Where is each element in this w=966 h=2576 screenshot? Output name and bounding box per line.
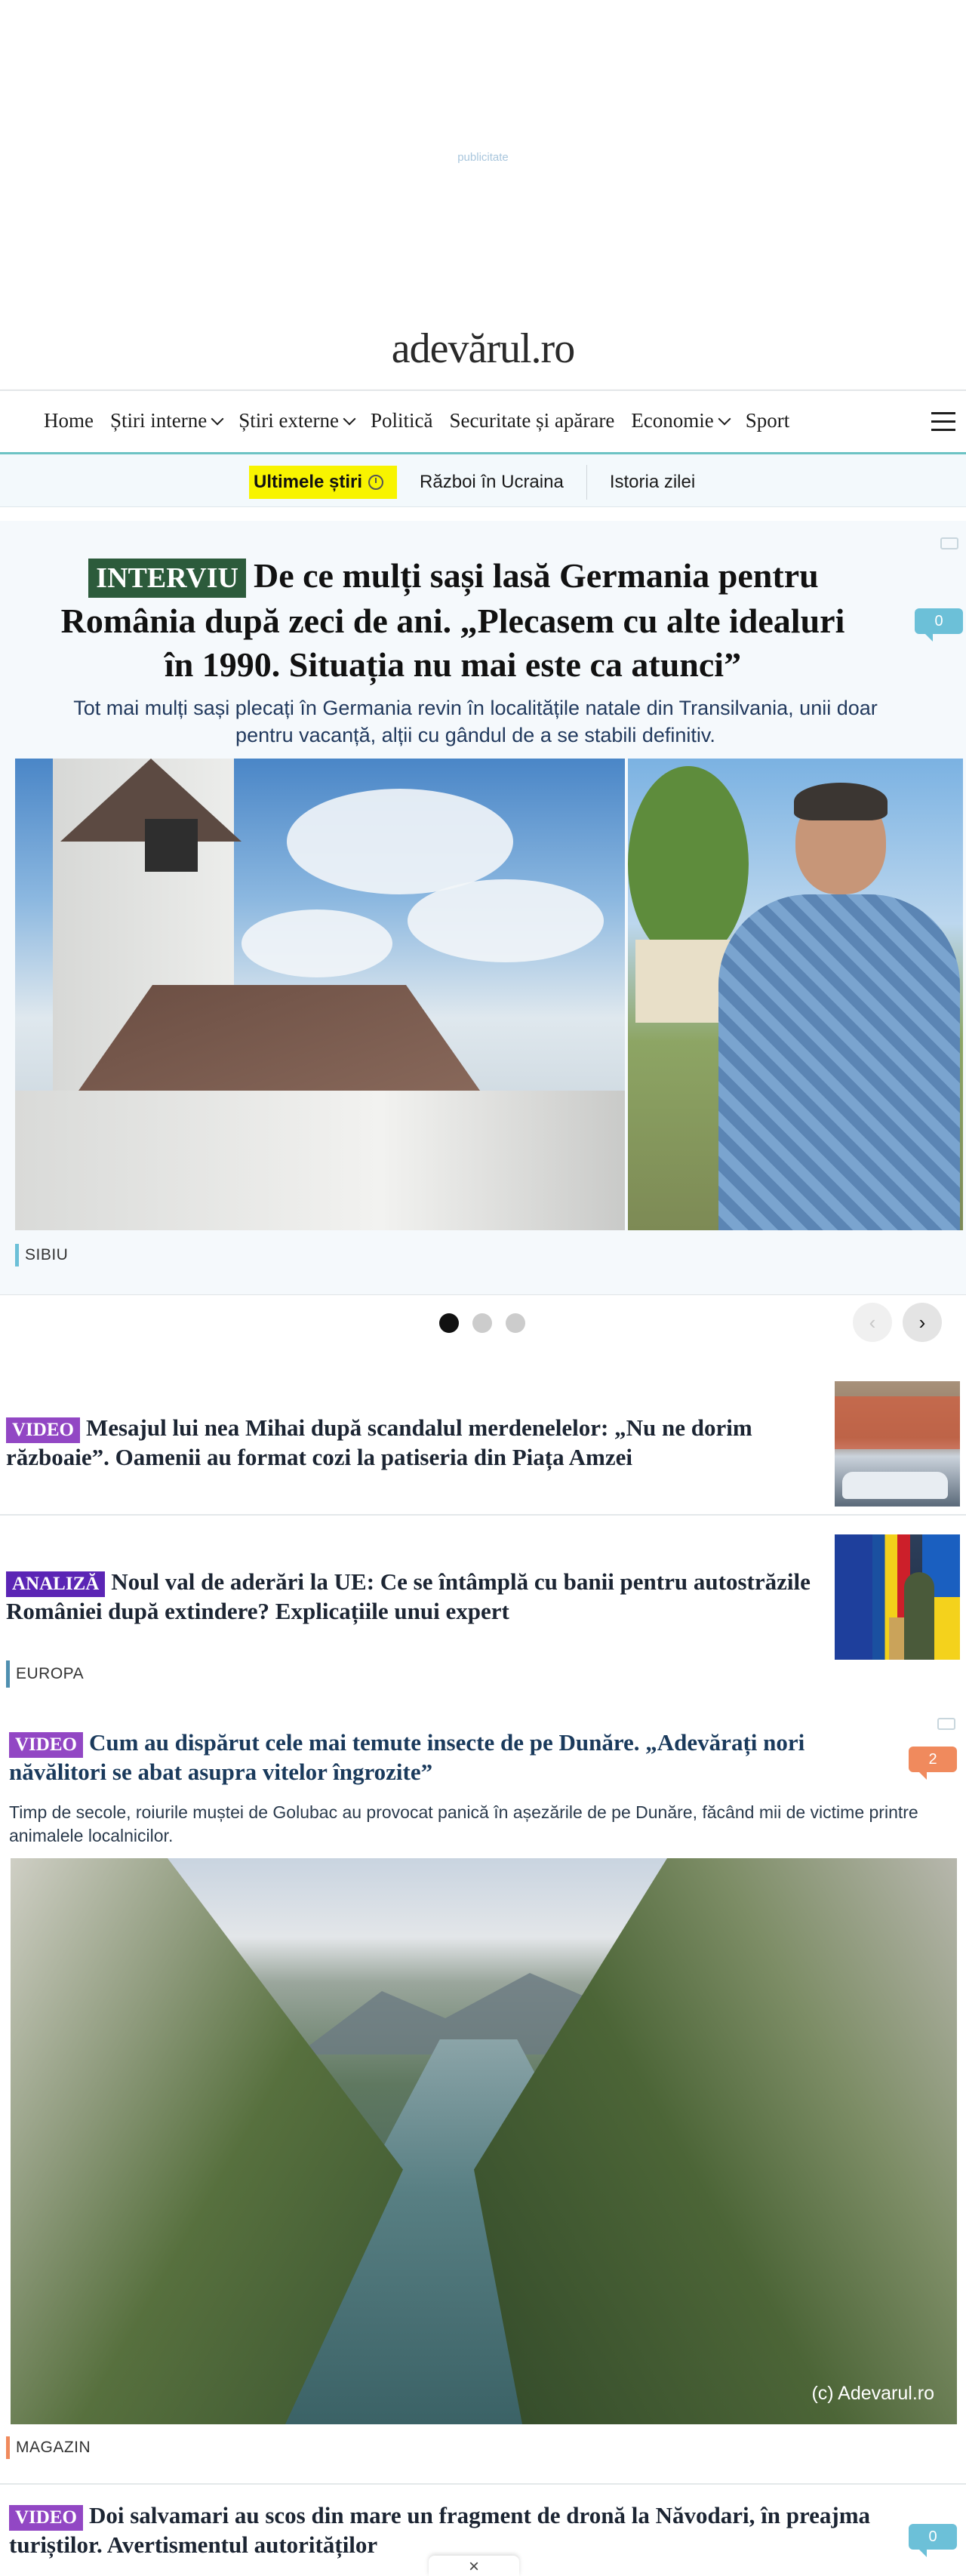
article-title[interactable]: ANALIZĂ Noul val de aderări la UE: Ce se … <box>6 1568 814 1626</box>
section-tag[interactable]: EUROPA <box>6 1660 84 1688</box>
hero-article[interactable]: INTERVIU De ce mulți sași lasă Germania p… <box>0 521 966 1294</box>
nav-item-home[interactable]: Home <box>44 409 94 432</box>
nav-item-politica[interactable]: Politică <box>371 409 433 432</box>
site-header: adevărul.ro <box>0 325 966 377</box>
image-watermark: (c) Adevarul.ro <box>811 2383 934 2404</box>
article-title-text: Mesajul lui nea Mihai după scandalul mer… <box>6 1414 752 1470</box>
carousel-dot[interactable] <box>472 1313 492 1333</box>
article-list-item[interactable]: VIDEO Mesajul lui nea Mihai după scandalu… <box>0 1380 966 1514</box>
chevron-down-icon <box>718 412 731 425</box>
ukraine-war-link[interactable]: Război în Ucraina <box>397 465 586 500</box>
nav-item-label: Home <box>44 409 94 432</box>
carousel-next-button[interactable]: › <box>903 1303 942 1342</box>
ad-label: publicitate <box>457 151 509 164</box>
nav-item-label: Securitate și apărare <box>449 409 615 432</box>
danube-gorge-photo[interactable]: (c) Adevarul.ro <box>11 1858 957 2424</box>
article-title[interactable]: VIDEO Mesajul lui nea Mihai după scandalu… <box>6 1414 814 1472</box>
section-color-bar <box>6 2436 10 2459</box>
article-title[interactable]: VIDEO Doi salvamari au scos din mare un f… <box>9 2501 884 2559</box>
feature-article[interactable]: VIDEO Cum au dispărut cele mai temute ins… <box>0 1703 966 2480</box>
nav-item-stiri-interne[interactable]: Știri interne <box>109 409 224 432</box>
carousel-controls: ‹ › <box>0 1294 966 1355</box>
article-title-text: Doi salvamari au scos din mare un fragme… <box>9 2502 871 2558</box>
video-tag: VIDEO <box>9 1732 83 1758</box>
nav-item-sport[interactable]: Sport <box>746 409 790 432</box>
man-portrait-photo <box>628 759 963 1230</box>
nav-item-securitate[interactable]: Securitate și apărare <box>449 409 614 432</box>
video-tag: VIDEO <box>9 2505 83 2531</box>
video-camera-icon <box>937 1718 955 1730</box>
hamburger-menu-icon[interactable] <box>931 412 955 432</box>
article-title[interactable]: VIDEO Cum au dispărut cele mai temute ins… <box>9 1728 884 1787</box>
ad-area: publicitate <box>0 0 966 317</box>
close-ad-tab[interactable]: × <box>429 2556 519 2576</box>
nav-item-label: Știri interne <box>109 409 208 432</box>
article-lead: Timp de secole, roiurile muștei de Golub… <box>9 1802 918 1845</box>
interview-tag: INTERVIU <box>87 557 248 599</box>
article-thumbnail[interactable] <box>835 1534 960 1660</box>
section-tag[interactable]: SIBIU <box>15 1244 68 1266</box>
stopwatch-icon <box>368 475 384 490</box>
chevron-down-icon <box>343 412 356 425</box>
comments-badge[interactable]: 0 <box>909 2524 957 2557</box>
site-logo[interactable]: adevărul.ro <box>392 325 575 373</box>
video-tag: VIDEO <box>6 1417 80 1443</box>
nav-item-stiri-externe[interactable]: Știri externe <box>238 409 356 432</box>
latest-news-label: Ultimele știri <box>254 472 363 492</box>
nav-item-label: Economie <box>631 409 714 432</box>
hero-lead: Tot mai mulți sași plecați în Germania r… <box>73 697 878 746</box>
hero-image[interactable] <box>15 759 963 1230</box>
nav-item-label: Politică <box>370 409 433 432</box>
article-title-text: Noul val de aderări la UE: Ce se întâmpl… <box>6 1568 811 1624</box>
section-color-bar <box>6 1660 10 1688</box>
carousel-dot[interactable] <box>439 1313 459 1333</box>
article-title-text: Cum au dispărut cele mai temute insecte … <box>9 1729 805 1785</box>
article-thumbnail[interactable] <box>835 1381 960 1507</box>
section-label: SIBIU <box>25 1246 69 1263</box>
fortified-church-photo <box>15 759 625 1230</box>
nav-item-label: Sport <box>745 409 790 432</box>
comments-badge[interactable]: 2 <box>909 1747 957 1780</box>
hero-title[interactable]: INTERVIU De ce mulți sași lasă Germania p… <box>45 554 860 687</box>
comments-badge[interactable]: 0 <box>915 608 963 642</box>
section-label: MAGAZIN <box>16 2439 91 2456</box>
carousel-prev-button[interactable]: ‹ <box>853 1303 892 1342</box>
secondary-navigation: Ultimele știri Război în Ucraina Istoria… <box>0 454 966 507</box>
latest-news-link[interactable]: Ultimele știri <box>249 466 398 499</box>
carousel-dot[interactable] <box>506 1313 525 1333</box>
divider <box>0 2483 966 2485</box>
nav-item-economie[interactable]: Economie <box>631 409 731 432</box>
video-camera-icon <box>940 537 958 549</box>
divider <box>0 1514 966 1516</box>
section-tag[interactable]: MAGAZIN <box>6 2436 91 2459</box>
main-navigation: Home Știri interne Știri externe Politic… <box>0 389 966 454</box>
nav-item-label: Știri externe <box>238 409 339 432</box>
section-color-bar <box>15 1244 19 1266</box>
article-list-item[interactable]: ANALIZĂ Noul val de aderări la UE: Ce se … <box>0 1532 966 1688</box>
history-of-day-link[interactable]: Istoria zilei <box>586 465 718 500</box>
chevron-down-icon <box>211 412 224 425</box>
analysis-tag: ANALIZĂ <box>6 1571 106 1597</box>
section-label: EUROPA <box>16 1665 85 1682</box>
